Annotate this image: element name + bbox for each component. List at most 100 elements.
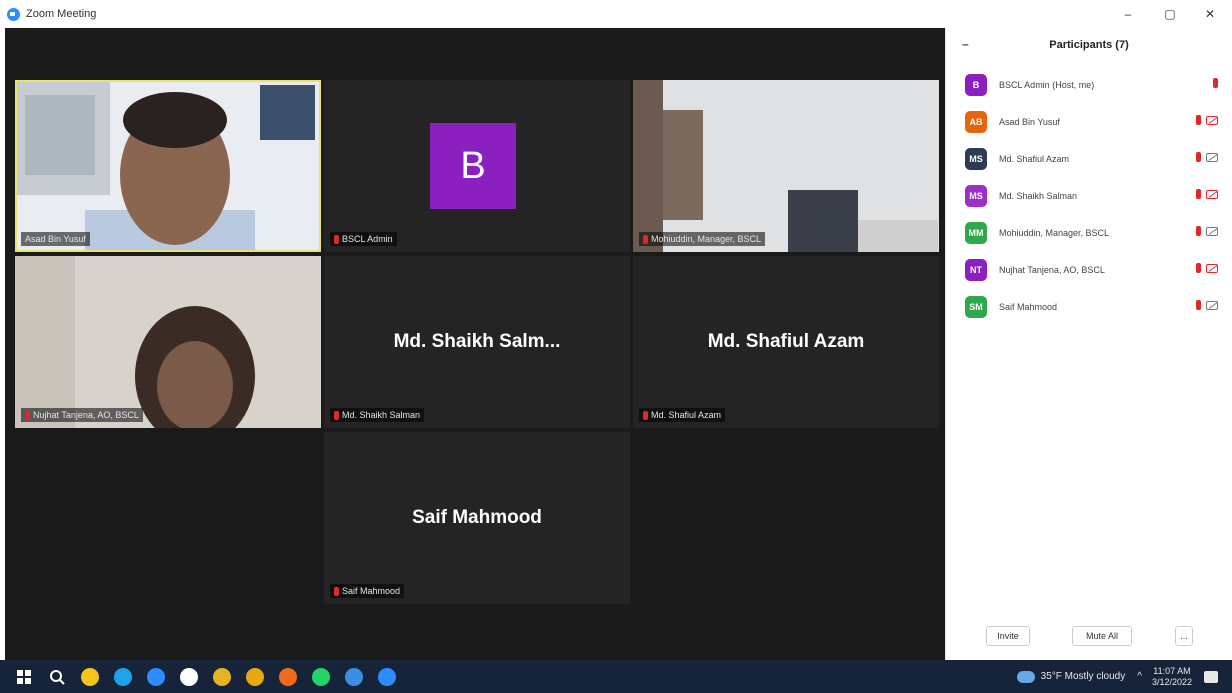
video-off-icon[interactable]: [1206, 152, 1218, 162]
mic-muted-icon: [643, 234, 648, 244]
participant-avatar: MM: [965, 221, 987, 244]
participant-status: [1196, 189, 1218, 199]
participant-name: Asad Bin Yusuf: [999, 116, 1060, 127]
participant-row[interactable]: MS Md. Shaikh Salman: [946, 177, 1232, 214]
whatsapp-icon[interactable]: [180, 667, 198, 686]
minimize-button[interactable]: –: [1108, 0, 1148, 28]
participant-row[interactable]: AB Asad Bin Yusuf: [946, 103, 1232, 140]
participant-avatar: NT: [965, 258, 987, 281]
video-gallery: Asad Bin Yusuf B BSCL Admin Mohiuddin, M…: [5, 28, 945, 660]
tile-label: Saif Mahmood: [330, 584, 405, 598]
participant-status: [1196, 263, 1218, 273]
participant-avatar: SM: [965, 295, 987, 318]
participant-name: BSCL Admin (Host, me): [999, 79, 1095, 90]
tile-label: BSCL Admin: [330, 232, 397, 246]
participant-avatar: MS: [965, 147, 987, 170]
invite-button[interactable]: Invite: [986, 626, 1030, 646]
participant-status: [1196, 226, 1218, 236]
mic-muted-icon[interactable]: [1196, 263, 1201, 273]
participant-row[interactable]: MS Md. Shafiul Azam: [946, 140, 1232, 177]
video-off-icon[interactable]: [1206, 226, 1218, 236]
participant-avatar: B: [965, 73, 987, 96]
maximize-button[interactable]: ▢: [1150, 0, 1190, 28]
participant-avatar: AB: [965, 110, 987, 133]
participant-row[interactable]: MM Mohiuddin, Manager, BSCL: [946, 214, 1232, 251]
participant-list: B BSCL Admin (Host, me) AB Asad Bin Yusuf MS…: [946, 66, 1232, 325]
participant-name: Md. Shaikh Salman: [999, 190, 1078, 201]
tile-label-text: Md. Shaikh Salman: [342, 410, 421, 420]
video-off-icon[interactable]: [1206, 300, 1218, 310]
video-off-icon[interactable]: [1206, 115, 1218, 125]
mic-muted-icon[interactable]: [1196, 226, 1201, 236]
mic-muted-icon: [334, 586, 339, 596]
clock[interactable]: 11:07 AM 3/12/2022: [1152, 666, 1192, 688]
more-options-button[interactable]: ...: [1175, 626, 1193, 646]
mic-muted-icon: [334, 410, 339, 420]
mute-all-button[interactable]: Mute All: [1072, 626, 1132, 646]
tile-label-text: Asad Bin Yusuf: [25, 234, 86, 244]
mic-muted-icon: [25, 410, 30, 420]
video-off-icon[interactable]: [1206, 263, 1218, 273]
video-tile-shaikh-salman[interactable]: Md. Shaikh Salm... Md. Shaikh Salman: [324, 256, 630, 428]
system-tray: 35°F Mostly cloudy ^ 11:07 AM 3/12/2022: [1016, 660, 1232, 693]
zoom-logo-icon: [7, 7, 20, 21]
tile-label: Nujhat Tanjena, AO, BSCL: [21, 408, 143, 422]
avatar: B: [430, 123, 516, 209]
edge-icon[interactable]: [114, 667, 132, 686]
participant-name: Md. Shafiul Azam: [999, 153, 1070, 164]
chevron-up-icon[interactable]: ^: [1137, 671, 1142, 682]
participant-row[interactable]: B BSCL Admin (Host, me): [946, 66, 1232, 103]
video-tile-bscl-admin[interactable]: B BSCL Admin: [324, 80, 630, 252]
participant-display-name: Md. Shaikh Salm...: [393, 331, 561, 352]
video-tile-shafiul-azam[interactable]: Md. Shafiul Azam Md. Shafiul Azam: [633, 256, 939, 428]
window-title: Zoom Meeting: [26, 8, 97, 20]
store-icon[interactable]: [147, 667, 165, 686]
mic-muted-icon[interactable]: [1196, 115, 1201, 125]
tile-label-text: Md. Shafiul Azam: [651, 410, 722, 420]
participant-display-name: Md. Shafiul Azam: [707, 331, 865, 352]
mic-muted-icon[interactable]: [1196, 189, 1201, 199]
participant-display-name: Saif Mahmood: [412, 507, 542, 528]
tile-label: Md. Shafiul Azam: [639, 408, 726, 422]
participant-status: [1196, 152, 1218, 162]
zoom-icon[interactable]: [378, 667, 396, 686]
participant-name: Mohiuddin, Manager, BSCL: [999, 227, 1110, 238]
file-explorer-icon[interactable]: [81, 667, 99, 686]
participant-video: [15, 80, 321, 252]
mic-muted-icon: [334, 234, 339, 244]
tile-label: Mohiuddin, Manager, BSCL: [639, 232, 766, 246]
video-off-icon[interactable]: [1206, 189, 1218, 199]
video-tile-saif-mahmood[interactable]: Saif Mahmood Saif Mahmood: [324, 432, 630, 604]
video-tile-mohiuddin[interactable]: Mohiuddin, Manager, BSCL: [633, 80, 939, 252]
network-icon[interactable]: [345, 667, 363, 686]
weather-text[interactable]: 35°F Mostly cloudy: [1041, 671, 1126, 682]
windows-start-icon[interactable]: [15, 668, 33, 686]
participant-row[interactable]: SM Saif Mahmood: [946, 288, 1232, 325]
participant-video: [15, 256, 321, 428]
tile-label-text: BSCL Admin: [342, 234, 393, 244]
mic-muted-icon[interactable]: [1213, 78, 1218, 88]
mic-muted-icon[interactable]: [1196, 300, 1201, 310]
zoom-window: Zoom Meeting – ▢ ✕ Asad Bin Yusuf B BSCL…: [0, 0, 1232, 693]
search-icon[interactable]: [48, 668, 66, 686]
video-tile-nujhat[interactable]: Nujhat Tanjena, AO, BSCL: [15, 256, 321, 428]
participants-panel: – Participants (7) B BSCL Admin (Host, me…: [945, 28, 1232, 660]
participant-row[interactable]: NT Nujhat Tanjena, AO, BSCL: [946, 251, 1232, 288]
video-tile-asad[interactable]: Asad Bin Yusuf: [15, 80, 321, 252]
clock-time: 11:07 AM: [1153, 665, 1191, 676]
chrome-icon[interactable]: [246, 667, 264, 686]
participant-video: [633, 80, 939, 252]
taskbar-apps: [0, 660, 396, 693]
firefox-icon[interactable]: [279, 667, 297, 686]
whatsapp-icon[interactable]: [312, 667, 330, 686]
notification-icon[interactable]: [1204, 670, 1218, 683]
close-button[interactable]: ✕: [1190, 0, 1230, 28]
collapse-panel-button[interactable]: –: [962, 37, 969, 51]
participant-name: Nujhat Tanjena, AO, BSCL: [999, 264, 1105, 275]
participants-header: – Participants (7): [946, 28, 1232, 62]
participant-status: [1196, 115, 1218, 125]
mic-muted-icon[interactable]: [1196, 152, 1201, 162]
tile-label-text: Saif Mahmood: [342, 586, 401, 596]
participant-status: [1213, 78, 1218, 88]
mail-icon[interactable]: [213, 667, 231, 686]
